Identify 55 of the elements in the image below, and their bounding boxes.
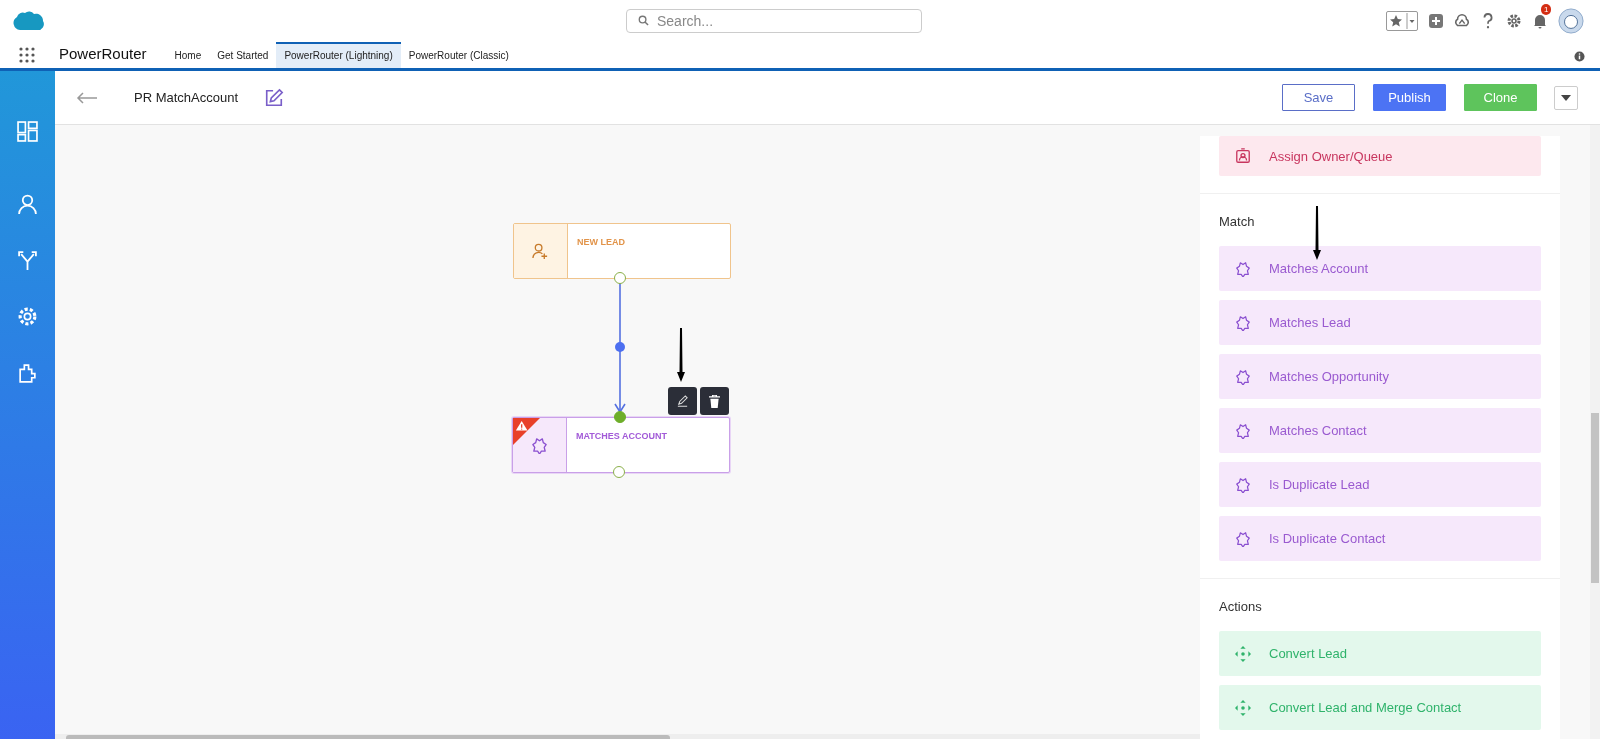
- input-port[interactable]: [614, 411, 626, 423]
- settings-icon[interactable]: [1506, 13, 1522, 29]
- cloud-icon[interactable]: [1454, 13, 1470, 29]
- favorites-button[interactable]: [1386, 11, 1418, 31]
- nav-tab[interactable]: PowerRouter (Lightning): [276, 42, 401, 68]
- palette-item[interactable]: Matches Opportunity: [1219, 354, 1541, 399]
- palette-item[interactable]: Matches Contact: [1219, 408, 1541, 453]
- back-arrow-icon[interactable]: [76, 91, 98, 104]
- delete-button[interactable]: [700, 387, 729, 415]
- dropdown-button[interactable]: [1554, 85, 1578, 110]
- search-field[interactable]: Search...: [626, 9, 922, 33]
- publish-button[interactable]: Publish: [1373, 84, 1446, 111]
- nav-tab[interactable]: Get Started: [209, 42, 277, 68]
- vertical-scrollbar[interactable]: [1590, 125, 1600, 739]
- person-plus-icon: [532, 242, 549, 260]
- plus-icon[interactable]: [1428, 13, 1444, 29]
- move-arrows-icon: [1235, 645, 1251, 662]
- flow-title: PR MatchAccount: [134, 90, 239, 105]
- avatar-icon[interactable]: [1558, 8, 1584, 34]
- node-title: NEW LEAD: [577, 237, 625, 247]
- section-heading: Actions: [1219, 599, 1263, 614]
- dashboard-icon[interactable]: [17, 121, 38, 142]
- save-button[interactable]: Save: [1282, 84, 1355, 111]
- contact-card-icon: [1235, 148, 1251, 164]
- palette-item[interactable]: Is Duplicate Lead: [1219, 462, 1541, 507]
- connector-handle[interactable]: [615, 342, 625, 352]
- clone-button[interactable]: Clone: [1464, 84, 1537, 111]
- edit-icon[interactable]: [264, 87, 285, 108]
- person-icon[interactable]: [17, 194, 38, 215]
- palette-item[interactable]: Assign Owner/Queue: [1219, 136, 1541, 176]
- app-name: PowerRouter: [59, 45, 147, 64]
- flow-node[interactable]: MATCHES ACCOUNT: [512, 417, 730, 473]
- node-title: MATCHES ACCOUNT: [576, 431, 667, 441]
- section-heading: Match: [1219, 214, 1256, 229]
- app-launcher-icon[interactable]: [19, 47, 35, 63]
- cloud-logo[interactable]: [12, 10, 44, 32]
- caret-icon: [1561, 94, 1571, 101]
- palette-item[interactable]: Convert Lead: [1219, 631, 1541, 676]
- plug-icon[interactable]: [17, 362, 38, 383]
- trash-icon: [709, 394, 720, 408]
- palette-item[interactable]: Matches Lead: [1219, 300, 1541, 345]
- palette-item[interactable]: Is Duplicate Contact: [1219, 516, 1541, 561]
- palette-item[interactable]: Matches Account: [1219, 246, 1541, 291]
- annotation-arrow: [676, 328, 686, 382]
- bell-icon[interactable]: [1532, 13, 1548, 29]
- edit-button[interactable]: [668, 387, 697, 415]
- move-arrows-icon: [1235, 699, 1251, 716]
- palette-item[interactable]: Convert Lead and Merge Contact: [1219, 685, 1541, 730]
- notification-badge: 1: [1541, 4, 1552, 15]
- info-icon[interactable]: [1574, 51, 1585, 62]
- pencil-icon: [676, 394, 689, 408]
- flow-node[interactable]: NEW LEAD: [513, 223, 731, 279]
- nav-tab[interactable]: PowerRouter (Classic): [400, 42, 517, 68]
- nav-tab[interactable]: Home: [166, 42, 210, 68]
- fork-icon[interactable]: [17, 250, 38, 271]
